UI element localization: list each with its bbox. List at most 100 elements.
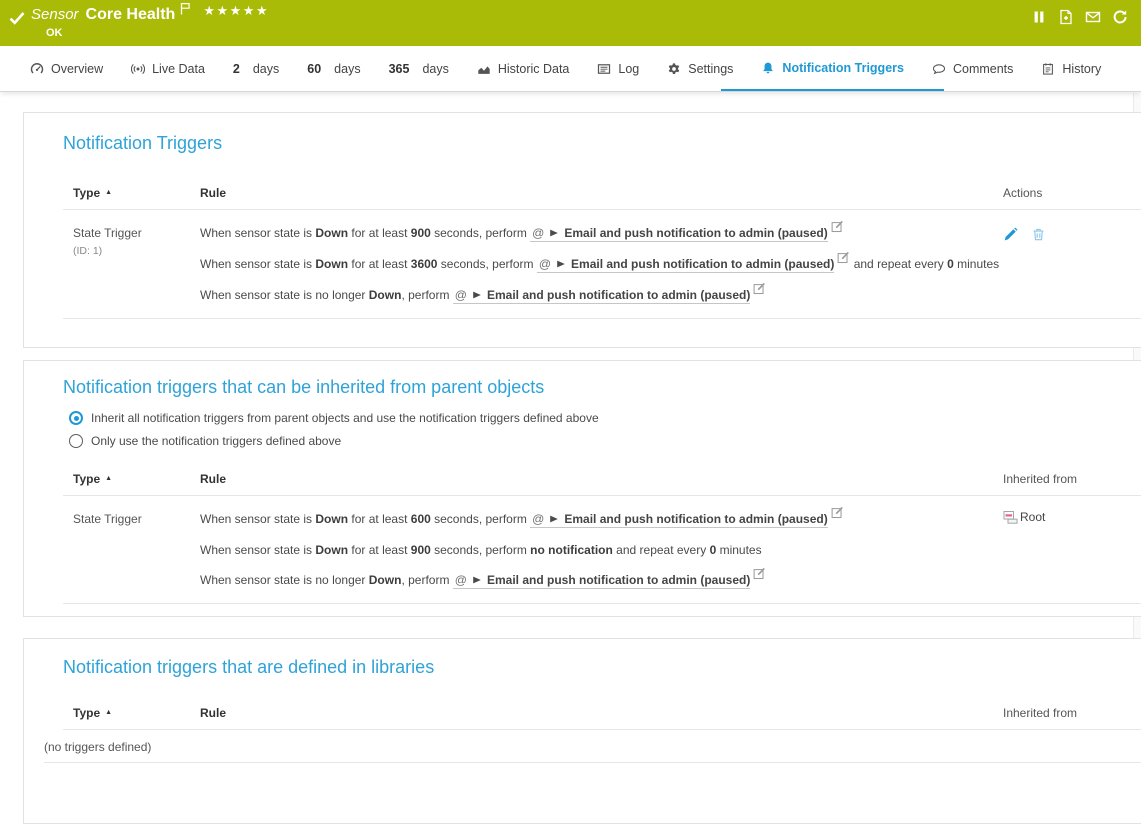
notification-action-link[interactable]: @ Email and push notification to admin (p…: [530, 512, 828, 528]
push-type-icon: [472, 566, 482, 596]
edit-notification-icon[interactable]: [753, 567, 766, 580]
inherit-options: Inherit all notification triggers from p…: [69, 411, 1141, 448]
trigger-actions-cell: [1003, 218, 1141, 311]
edit-notification-icon[interactable]: [753, 282, 766, 295]
ok-check-icon: [9, 10, 25, 26]
inherited-from-link[interactable]: Root: [1020, 504, 1045, 530]
table-header-row: Type▲ Rule Inherited from: [63, 702, 1141, 730]
gear-icon: [667, 62, 681, 76]
column-header-type[interactable]: Type▲: [63, 706, 200, 720]
trigger-rules-cell: When sensor state is Down for at least 6…: [200, 504, 1003, 596]
sort-asc-icon: ▲: [105, 709, 112, 716]
notification-action-link[interactable]: @Email and push notification to admin (p…: [453, 573, 751, 589]
column-header-rule: Rule: [200, 472, 1003, 486]
tab-label: days: [422, 62, 448, 76]
notes-icon: [1041, 62, 1055, 76]
section-title-library-triggers: Notification triggers that are defined i…: [63, 657, 1141, 678]
email-type-icon: @: [455, 573, 467, 587]
column-header-rule: Rule: [200, 706, 1003, 720]
email-button[interactable]: [1085, 9, 1101, 25]
gauge-icon: [30, 62, 44, 76]
tab-365-days[interactable]: 365 days: [389, 46, 449, 91]
column-header-type[interactable]: Type▲: [63, 186, 200, 200]
radio-unselected-icon[interactable]: [69, 434, 83, 448]
email-type-icon: @: [532, 512, 544, 526]
section-notification-triggers: Notification Triggers Type▲ Rule Actions…: [23, 112, 1141, 348]
notification-name: Email and push notification to admin (pa…: [564, 512, 827, 526]
tab-label: History: [1062, 62, 1101, 76]
tab-60-days[interactable]: 60days: [307, 46, 360, 91]
tab-label: Historic Data: [498, 62, 570, 76]
notification-name: Email and push notification to admin (pa…: [487, 288, 750, 302]
tab-historic-data[interactable]: Historic Data: [477, 46, 570, 91]
email-type-icon: @: [532, 226, 544, 240]
delete-trigger-button[interactable]: [1031, 227, 1046, 242]
header-toolbar: [1031, 9, 1128, 25]
inherit-option-label: Only use the notification triggers defin…: [91, 434, 341, 448]
column-header-rule: Rule: [200, 186, 1003, 200]
edit-notification-icon[interactable]: [831, 506, 844, 519]
inherit-option-1[interactable]: Inherit all notification triggers from p…: [69, 411, 1141, 425]
no-triggers-message: (no triggers defined): [44, 730, 1141, 763]
edit-trigger-button[interactable]: [1003, 227, 1018, 242]
notification-action-link[interactable]: @ Email and push notification to admin (p…: [537, 257, 835, 273]
push-type-icon: [549, 219, 559, 249]
tab-label: Overview: [51, 62, 103, 76]
report-button[interactable]: [1058, 9, 1074, 25]
tab-live-data[interactable]: Live Data: [131, 46, 205, 91]
notification-action-link[interactable]: @Email and push notification to admin (p…: [453, 288, 751, 304]
edit-notification-icon[interactable]: [831, 220, 844, 233]
sort-asc-icon: ▲: [105, 189, 112, 196]
trigger-rule: When sensor state is no longer Down, per…: [200, 280, 1003, 311]
column-header-type[interactable]: Type▲: [63, 472, 200, 486]
triggers-table: Type▲ Rule Actions State Trigger (ID: 1)…: [63, 182, 1141, 319]
main-content: Notification Triggers Type▲ Rule Actions…: [0, 92, 1141, 824]
notification-action-link[interactable]: @Email and push notification to admin (p…: [530, 226, 828, 242]
trigger-rule: When sensor state is no longer Down, per…: [200, 565, 1003, 596]
trigger-type-cell: State Trigger (ID: 1): [63, 218, 200, 311]
comment-icon: [932, 62, 946, 76]
priority-stars[interactable]: ★★★★★: [203, 3, 269, 19]
tab-number: 365: [389, 62, 410, 76]
column-header-actions: Actions: [1003, 186, 1141, 200]
push-type-icon: [549, 505, 559, 535]
trigger-row: State Trigger (ID: 1) When sensor state …: [63, 210, 1141, 319]
tab-overview[interactable]: Overview: [30, 46, 103, 91]
trigger-rule: When sensor state is Down for at least 9…: [200, 535, 1003, 565]
tab-label: days: [334, 62, 360, 76]
edit-notification-icon[interactable]: [837, 251, 850, 264]
tab-label: Log: [618, 62, 639, 76]
trigger-rule: When sensor state is Down for at least 3…: [200, 249, 1003, 280]
section-inherited-triggers: Notification triggers that can be inheri…: [23, 360, 1141, 617]
tab-history[interactable]: History: [1041, 46, 1101, 91]
tab-log[interactable]: Log: [597, 46, 639, 91]
tab-label: days: [253, 62, 279, 76]
notification-name: Email and push notification to admin (pa…: [571, 257, 834, 271]
refresh-button[interactable]: [1112, 9, 1128, 25]
inherited-from-cell: Root: [1003, 504, 1141, 596]
tab-notification-triggers[interactable]: Notification Triggers: [721, 46, 944, 91]
flag-icon[interactable]: [180, 2, 191, 15]
pause-button[interactable]: [1031, 9, 1047, 25]
section-library-triggers: Notification triggers that are defined i…: [23, 638, 1141, 824]
email-type-icon: @: [539, 257, 551, 271]
trigger-type-cell: State Trigger: [63, 504, 200, 596]
column-type-label: Type: [73, 472, 100, 486]
table-header-row: Type▲ Rule Actions: [63, 182, 1141, 210]
tab-number: 2: [233, 62, 240, 76]
radio-selected-icon[interactable]: [69, 411, 83, 425]
section-title-inherited-triggers: Notification triggers that can be inheri…: [63, 377, 1141, 398]
inherit-option-label: Inherit all notification triggers from p…: [91, 411, 599, 425]
inherited-triggers-table: Type▲ Rule Inherited from State Trigger …: [63, 468, 1141, 604]
trigger-type: State Trigger: [73, 218, 200, 248]
table-header-row: Type▲ Rule Inherited from: [63, 468, 1141, 496]
push-type-icon: [556, 250, 566, 280]
inherit-option-2[interactable]: Only use the notification triggers defin…: [69, 434, 1141, 448]
status-badge: OK: [46, 27, 63, 39]
column-header-inherited-from: Inherited from: [1003, 472, 1141, 486]
sensor-header: Sensor Core Health ★★★★★ OK: [0, 0, 1141, 46]
section-title-notification-triggers: Notification Triggers: [63, 133, 1141, 154]
tab-label: Live Data: [152, 62, 205, 76]
tab-comments[interactable]: Comments: [932, 46, 1013, 91]
tab-2-days[interactable]: 2 days: [233, 46, 279, 91]
